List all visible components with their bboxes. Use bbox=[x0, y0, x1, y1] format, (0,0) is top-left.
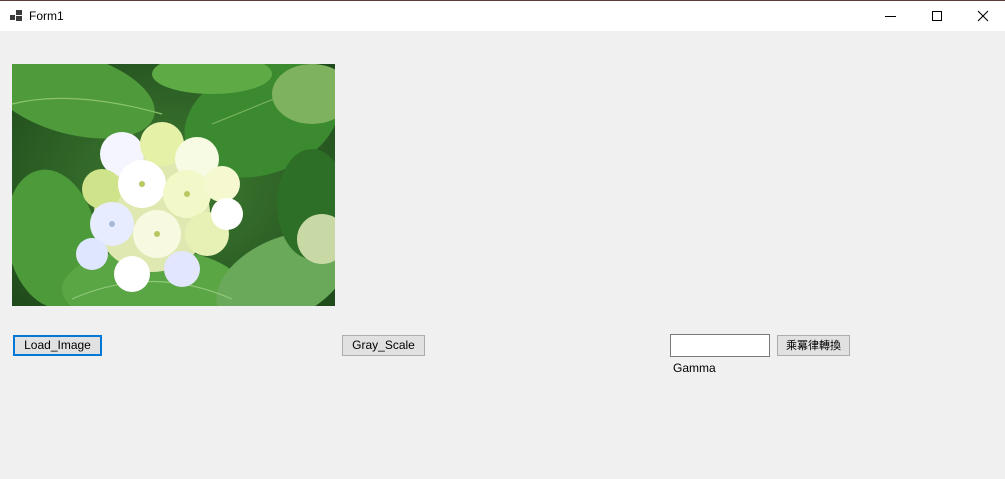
hydrangea-image bbox=[12, 64, 335, 306]
window-title: Form1 bbox=[29, 9, 64, 23]
app-form-icon bbox=[10, 10, 22, 22]
maximize-icon bbox=[932, 11, 942, 21]
power-law-transform-button[interactable]: 乘冪律轉換 bbox=[777, 335, 850, 356]
load-image-button[interactable]: Load_Image bbox=[13, 335, 102, 356]
close-icon bbox=[977, 10, 989, 22]
main-window: Form1 Load_Image Gray_Scale 乘冪律轉換 Gamma bbox=[0, 0, 1005, 479]
gamma-label: Gamma bbox=[673, 361, 716, 375]
minimize-icon bbox=[885, 16, 896, 17]
maximize-button[interactable] bbox=[914, 1, 960, 31]
gray-scale-button[interactable]: Gray_Scale bbox=[342, 335, 425, 356]
close-button[interactable] bbox=[960, 1, 1005, 31]
minimize-button[interactable] bbox=[868, 1, 914, 31]
title-bar[interactable]: Form1 bbox=[0, 0, 1005, 31]
gamma-input[interactable] bbox=[670, 334, 770, 357]
picture-box bbox=[12, 64, 335, 306]
